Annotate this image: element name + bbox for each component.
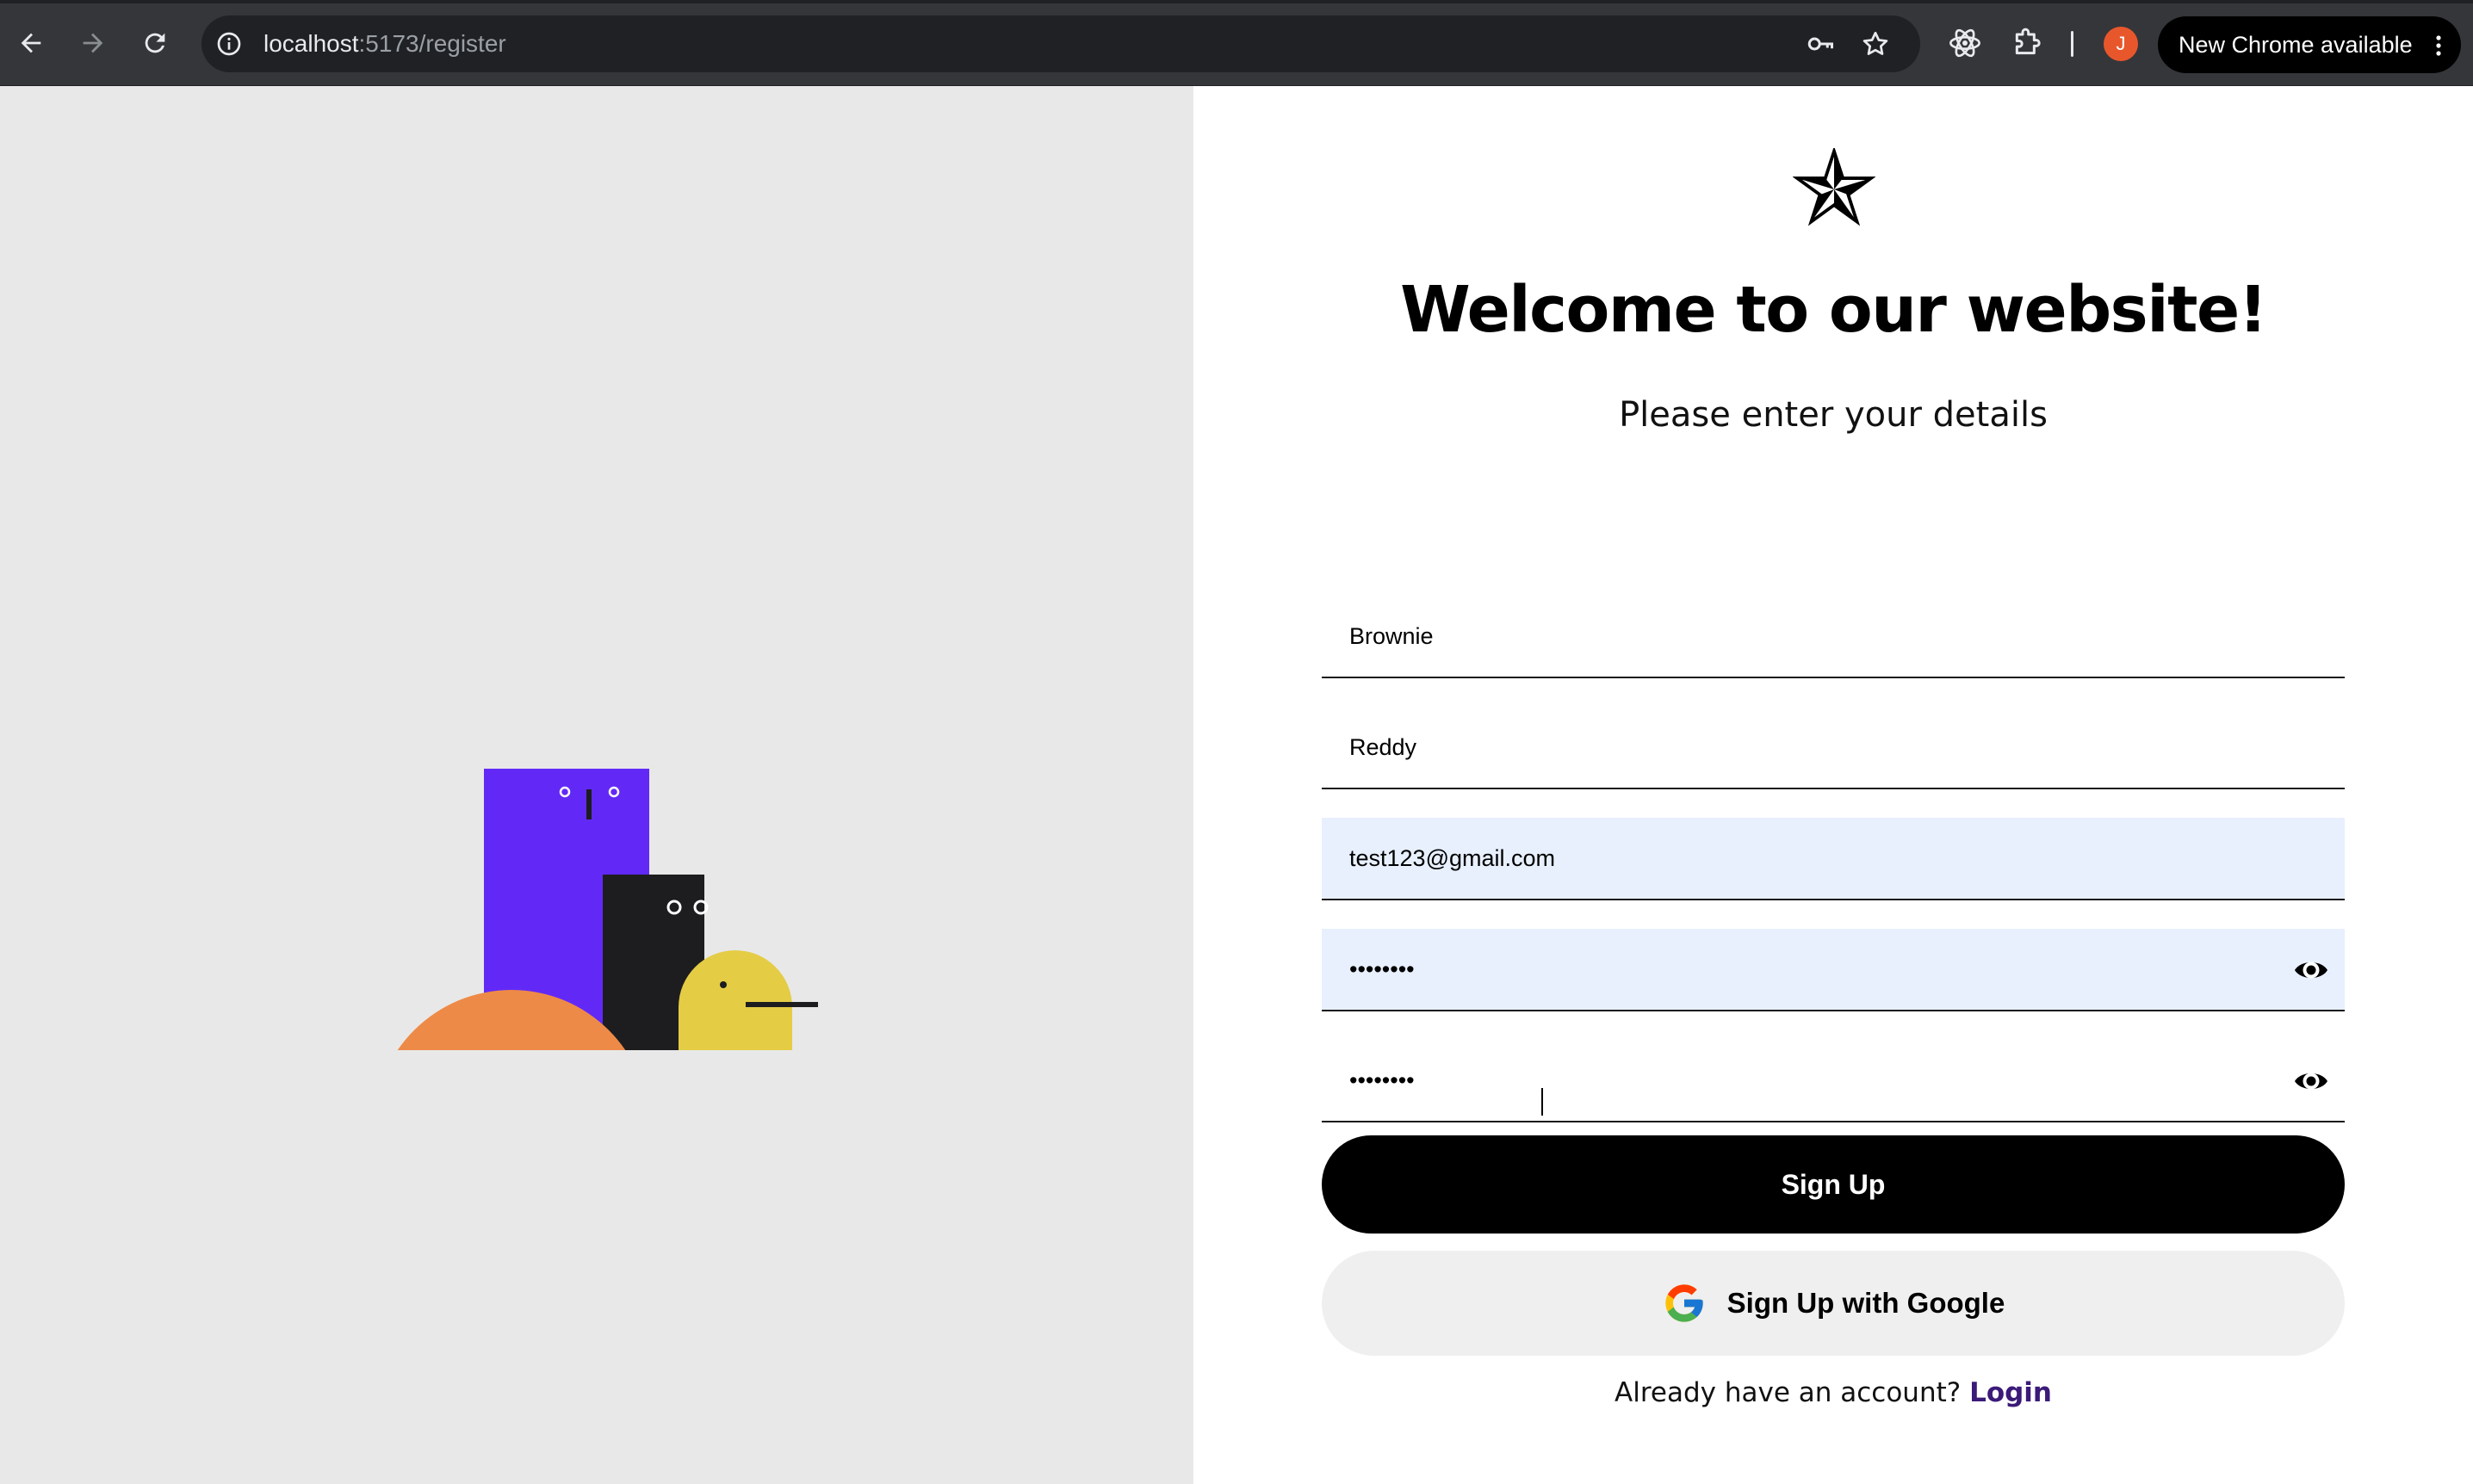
browser-toolbar: localhost:5173/register J New Chrome ava…	[0, 0, 2473, 86]
page-subtitle: Please enter your details	[1619, 395, 2048, 435]
page-title: Welcome to our website!	[1400, 273, 2267, 347]
login-prompt-text: Already have an account?	[1615, 1377, 1962, 1408]
reload-button[interactable]	[134, 22, 176, 64]
site-info-icon[interactable]	[215, 30, 243, 58]
forward-icon	[83, 33, 103, 53]
register-panel: Welcome to our website! Please enter you…	[1193, 86, 2473, 1484]
text-cursor	[1541, 1088, 1543, 1116]
last-name-input[interactable]	[1322, 707, 2345, 788]
login-prompt: Already have an account? Login	[1193, 1372, 2473, 1413]
google-button-label: Sign Up with Google	[1726, 1287, 2005, 1319]
back-button[interactable]	[10, 22, 52, 64]
eye-icon[interactable]	[2293, 953, 2329, 987]
extensions-icon[interactable]	[2010, 26, 2044, 60]
chrome-update-button[interactable]: New Chrome available	[2158, 16, 2461, 73]
sign-up-button[interactable]: Sign Up	[1322, 1135, 2345, 1234]
react-devtools-icon[interactable]	[1948, 26, 1982, 60]
forward-button[interactable]	[72, 22, 114, 64]
characters-illustration	[397, 769, 818, 1050]
url-text[interactable]: localhost:5173/register	[263, 28, 506, 60]
first-name-field[interactable]	[1322, 596, 2345, 678]
eye-icon[interactable]	[2293, 1064, 2329, 1098]
tab-strip	[0, 0, 2473, 3]
url-path: :5173/register	[358, 30, 506, 57]
bookmark-star-icon[interactable]	[1860, 28, 1891, 59]
url-host: localhost	[263, 30, 359, 57]
confirm-password-field[interactable]	[1322, 1040, 2345, 1122]
illustration-panel	[0, 86, 1193, 1484]
google-logo-icon	[1665, 1284, 1703, 1322]
back-icon	[21, 33, 41, 53]
google-sign-up-button[interactable]: Sign Up with Google	[1322, 1251, 2345, 1356]
reload-icon	[145, 33, 165, 53]
password-field[interactable]	[1322, 929, 2345, 1011]
last-name-field[interactable]	[1322, 707, 2345, 789]
confirm-password-input[interactable]	[1322, 1040, 2345, 1121]
login-link[interactable]: Login	[1969, 1377, 2052, 1408]
profile-avatar[interactable]: J	[2104, 27, 2138, 61]
email-input[interactable]	[1322, 818, 2345, 899]
email-field[interactable]	[1322, 818, 2345, 900]
toolbar-divider	[2071, 31, 2073, 57]
first-name-input[interactable]	[1322, 596, 2345, 677]
star-logo-icon	[1793, 148, 1875, 226]
kebab-menu-icon	[2436, 35, 2441, 56]
address-bar[interactable]: localhost:5173/register	[201, 15, 1920, 72]
password-input[interactable]	[1322, 929, 2345, 1010]
password-key-icon[interactable]	[1805, 28, 1836, 59]
update-label: New Chrome available	[2179, 32, 2413, 58]
